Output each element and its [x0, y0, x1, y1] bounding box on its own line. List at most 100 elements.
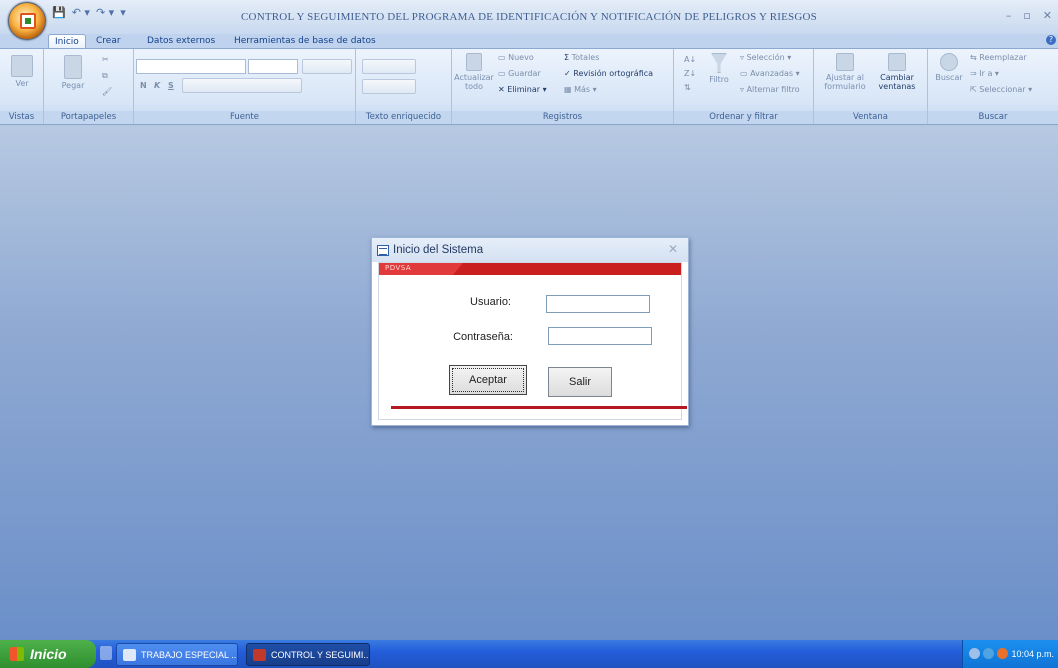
- brand-logo: PDVSA: [385, 264, 412, 272]
- usuario-label: Usuario:: [470, 296, 511, 308]
- cambiar-ventanas-button[interactable]: Cambiar ventanas: [872, 53, 922, 91]
- tab-inicio[interactable]: Inicio: [48, 34, 86, 49]
- ver-button[interactable]: Ver: [8, 55, 36, 88]
- eliminar-button[interactable]: ✕ Eliminar ▾: [498, 85, 547, 94]
- dialog-body: PDVSA Usuario: Contraseña: Aceptar Salir: [378, 262, 687, 420]
- eliminar-label: Eliminar: [507, 85, 541, 94]
- quick-launch-icon[interactable]: [100, 646, 112, 660]
- start-button[interactable]: Inicio: [0, 640, 96, 668]
- revision-label: Revisión ortográfica: [573, 69, 654, 78]
- reemplazar-button[interactable]: ⇆ Reemplazar: [970, 53, 1027, 62]
- sort-icons[interactable]: A↓ Z↓ ⇅: [684, 53, 696, 95]
- aceptar-button[interactable]: Aceptar: [449, 365, 527, 395]
- font-name-combo[interactable]: [136, 59, 246, 74]
- font-size-combo[interactable]: [248, 59, 298, 74]
- revision-button[interactable]: ✓ Revisión ortográfica: [564, 69, 653, 78]
- todo-label: todo: [464, 82, 483, 91]
- start-label: Inicio: [30, 646, 67, 662]
- taskbar-item-label: CONTROL Y SEGUIMI...: [271, 650, 370, 660]
- group-label-fuente: Fuente: [134, 111, 355, 124]
- restore-icon[interactable]: ▫: [1023, 9, 1030, 22]
- seleccion-button[interactable]: ▿ Selección ▾: [740, 53, 791, 62]
- actualizar-button[interactable]: Actualizar todo: [454, 53, 494, 91]
- copy-icon[interactable]: ⧉: [102, 71, 108, 81]
- binoculars-icon: [940, 53, 958, 71]
- buscar-button[interactable]: Buscar: [932, 53, 966, 82]
- group-ordenar: A↓ Z↓ ⇅ Filtro ▿ Selección ▾ ▭ Avanzadas ▾…: [674, 49, 814, 124]
- ventanas-label: ventanas: [878, 82, 916, 91]
- nuevo-button[interactable]: ▭ Nuevo: [498, 53, 534, 62]
- form-icon: [377, 245, 389, 256]
- password-label: Contraseña:: [453, 331, 513, 343]
- group-label-vistas: Vistas: [0, 111, 43, 124]
- messenger-icon[interactable]: [983, 648, 994, 659]
- cut-icon[interactable]: ✂: [102, 55, 109, 64]
- totales-button[interactable]: Σ Totales: [564, 53, 599, 62]
- ira-label: Ir a: [979, 69, 993, 78]
- filtro-button[interactable]: Filtro: [702, 53, 736, 84]
- title-bar: 💾 ↶ ▾ ↷ ▾ ▾ CONTROL Y SEGUIMIENTO DEL PR…: [0, 0, 1058, 34]
- avanzadas-button[interactable]: ▭ Avanzadas ▾: [740, 69, 800, 78]
- tab-herramientas[interactable]: Herramientas de base de datos: [228, 34, 382, 49]
- password-input[interactable]: [548, 327, 652, 345]
- align-buttons[interactable]: [302, 59, 352, 74]
- close-icon[interactable]: ✕: [1043, 9, 1052, 22]
- minimize-icon[interactable]: –: [1006, 9, 1012, 22]
- list-buttons[interactable]: [362, 79, 416, 94]
- font-color-buttons[interactable]: [182, 78, 302, 93]
- taskbar-item-label: TRABAJO ESPECIAL ...: [141, 650, 238, 660]
- buscar-label: Buscar: [935, 73, 963, 82]
- group-vistas: Ver Vistas: [0, 49, 44, 124]
- network-icon[interactable]: [969, 648, 980, 659]
- totales-label: Totales: [571, 53, 600, 62]
- office-button[interactable]: [8, 2, 46, 40]
- system-tray: 10:04 p.m.: [962, 640, 1058, 668]
- guardar-button[interactable]: ▭ Guardar: [498, 69, 541, 78]
- help-icon[interactable]: ?: [1046, 35, 1056, 45]
- window-controls: – ▫ ✕: [1006, 9, 1052, 22]
- seleccionar-label: Seleccionar: [979, 85, 1026, 94]
- italic-button[interactable]: K: [154, 81, 160, 90]
- ir-a-button[interactable]: ⇒ Ir a ▾: [970, 69, 999, 78]
- reemplazar-label: Reemplazar: [979, 53, 1027, 62]
- mas-button[interactable]: ▦ Más ▾: [564, 85, 597, 94]
- indent-buttons[interactable]: [362, 59, 416, 74]
- office-logo-icon: [20, 13, 36, 29]
- salir-button[interactable]: Salir: [548, 367, 612, 397]
- security-icon[interactable]: [997, 648, 1008, 659]
- dialog-close-icon[interactable]: ✕: [668, 242, 678, 256]
- group-portapapeles: Pegar ✂ ⧉ 🖌 Portapapeles: [44, 49, 134, 124]
- dialog-title: Inicio del Sistema: [393, 244, 484, 256]
- group-label-ordenar: Ordenar y filtrar: [674, 111, 813, 124]
- dialog-title-bar[interactable]: Inicio del Sistema ✕: [372, 238, 688, 262]
- pegar-button[interactable]: Pegar: [58, 55, 88, 90]
- usuario-input[interactable]: [546, 295, 650, 313]
- tab-datos-externos[interactable]: Datos externos: [141, 34, 221, 49]
- ajustar-button[interactable]: Ajustar al formulario: [820, 53, 870, 91]
- alternar-filtro-button[interactable]: ▿ Alternar filtro: [740, 85, 800, 94]
- paste-icon: [64, 55, 82, 79]
- window-title: CONTROL Y SEGUIMIENTO DEL PROGRAMA DE ID…: [241, 11, 817, 23]
- switch-windows-icon: [888, 53, 906, 71]
- taskbar-item-trabajo[interactable]: TRABAJO ESPECIAL ...: [116, 643, 238, 666]
- taskbar-item-control[interactable]: CONTROL Y SEGUIMI...: [246, 643, 370, 666]
- tab-crear[interactable]: Crear: [90, 34, 127, 49]
- window-icon: [123, 649, 136, 661]
- view-icon: [11, 55, 33, 77]
- formulario-label: formulario: [824, 82, 866, 91]
- bold-button[interactable]: N: [140, 81, 147, 90]
- cambiar-label: Cambiar: [880, 73, 914, 82]
- group-label-ventana: Ventana: [814, 111, 927, 124]
- group-registros: Actualizar todo ▭ Nuevo ▭ Guardar ✕ Elim…: [452, 49, 674, 124]
- actualizar-label: Actualizar: [454, 73, 494, 82]
- group-texto-enriquecido: Texto enriquecido: [356, 49, 452, 124]
- guardar-label: Guardar: [508, 69, 541, 78]
- login-dialog: Inicio del Sistema ✕ PDVSA Usuario: Cont…: [371, 237, 689, 426]
- seleccionar-button[interactable]: ⇱ Seleccionar ▾: [970, 85, 1032, 94]
- avanzadas-label: Avanzadas: [750, 69, 794, 78]
- group-label-registros: Registros: [452, 111, 673, 124]
- format-painter-icon[interactable]: 🖌: [102, 87, 112, 96]
- group-label-texto: Texto enriquecido: [356, 111, 451, 124]
- underline-button[interactable]: S: [168, 81, 174, 90]
- windows-flag-icon: [10, 647, 24, 661]
